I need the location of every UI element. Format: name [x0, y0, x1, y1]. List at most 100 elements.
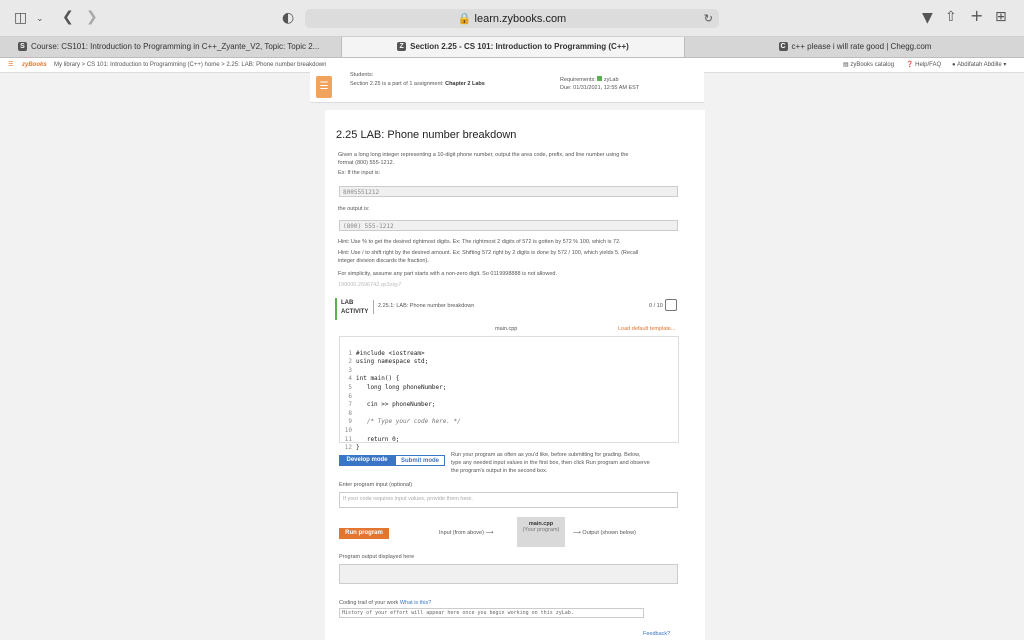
program-input-label: Enter program input (optional) [339, 482, 413, 488]
line-number: 1 [348, 349, 352, 357]
feedback-link[interactable]: Feedback? [643, 631, 670, 637]
catalog-link[interactable]: ▤ zyBooks catalog [843, 58, 894, 72]
code-line: cin >> phoneNumber; [356, 401, 436, 409]
book-icon: ▤ [843, 62, 849, 68]
code-line: using namespace std; [356, 358, 429, 366]
main-cpp-box: main.cpp (Your program) [517, 517, 565, 547]
grid-icon[interactable]: ⊞ [995, 10, 1007, 24]
code-line: #include <iostream> [356, 349, 425, 357]
user-name: Abdifatah Abdille [956, 62, 1002, 68]
line-number: 5 [348, 383, 352, 391]
assignment-link[interactable]: Chapter 2 Labs [445, 81, 485, 87]
forward-arrow-icon[interactable]: ❯ [86, 10, 98, 24]
tab-favicon: Z [397, 42, 407, 52]
arrow-right-icon: ⟶ [485, 530, 494, 536]
download-icon[interactable]: ▼ [922, 11, 933, 25]
zybooks-navbar: ☰ zyBooks My library > CS 101: Introduct… [0, 58, 1024, 73]
code-line: long long phoneNumber; [356, 383, 447, 391]
code-line: /* Type your code here. */ [356, 418, 461, 426]
completion-checkbox [665, 299, 677, 311]
plus-icon[interactable]: + [970, 8, 983, 24]
program-input[interactable]: If your code requires input values, prov… [339, 492, 678, 508]
line-number: 10 [344, 426, 352, 434]
program-output [339, 564, 678, 584]
sidebar-icon[interactable]: ◫ [14, 11, 27, 25]
reload-icon[interactable]: ↻ [704, 12, 713, 26]
assignment-icon: ☰ [316, 76, 332, 98]
line-number: 7 [348, 401, 352, 409]
simplicity-note: For simplicity, assume any part starts w… [338, 271, 557, 277]
due-date: Due: 01/31/2021, 12:55 AM EST [560, 85, 640, 91]
description-line-2: format (800) 555-1212. [338, 160, 395, 166]
help-link[interactable]: ❓ Help/FAQ [906, 58, 941, 72]
coding-trail-line: Coding trail of your work What is this? [339, 600, 431, 606]
requirements-line: Requirements: zyLab [560, 76, 619, 83]
develop-mode-button[interactable]: Develop mode [339, 455, 395, 466]
tab-favicon: C [778, 42, 788, 52]
what-is-this-link[interactable]: What is this? [400, 600, 431, 606]
run-program-button[interactable]: Run program [339, 528, 389, 539]
mode-description-3: the program's output in the second box. [451, 468, 548, 474]
requirements-label: Requirements: [560, 77, 596, 83]
user-menu[interactable]: ● Abdifatah Abdille ▾ [952, 58, 1006, 72]
line-number: 6 [348, 392, 352, 400]
breadcrumb[interactable]: My library > CS 101: Introduction to Pro… [54, 58, 326, 72]
students-label: Students: [350, 72, 374, 78]
back-arrow-icon[interactable]: ❮ [62, 10, 74, 24]
line-numbers: 1 2 3 4 5 6 7 8 9 10 11 12 [342, 341, 352, 453]
tab-bar: S Course: CS101: Introduction to Programm… [0, 37, 1024, 58]
input-from-above-line: Input (from above) ⟶ [439, 530, 493, 536]
example-output: (800) 555-1212 [339, 220, 678, 231]
page-title: 2.25 LAB: Phone number breakdown [336, 129, 517, 141]
tab-label: Course: CS101: Introduction to Programmi… [31, 42, 320, 51]
address-bar[interactable]: 🔒 learn.zybooks.com ↻ [305, 9, 719, 28]
input-from-above: Input (from above) [439, 530, 484, 536]
lab-tag: LAB [341, 300, 354, 306]
lab-activity-header: LAB ACTIVITY 2.25.1: LAB: Phone number b… [335, 298, 681, 320]
line-number: 12 [344, 444, 352, 452]
load-template-link[interactable]: Load default template... [618, 326, 675, 332]
tab-course[interactable]: S Course: CS101: Introduction to Programm… [18, 37, 338, 57]
editor-filename: main.cpp [495, 326, 518, 332]
input-placeholder: If your code requires input values, prov… [343, 496, 473, 502]
code-content[interactable]: #include <iostream> using namespace std;… [356, 341, 461, 453]
section-assignment-line: Section 2.25 is a part of 1 assignment: … [350, 81, 485, 87]
submit-mode-button[interactable]: Submit mode [395, 455, 445, 466]
example-output-label: the output is: [338, 206, 370, 212]
chevron-down-icon[interactable]: ⌄ [36, 12, 44, 26]
section-text: Section 2.25 is a part of 1 assignment: [350, 81, 444, 87]
line-number: 8 [348, 409, 352, 417]
example-input: 8005551212 [339, 186, 678, 197]
menu-icon[interactable]: ☰ [8, 58, 13, 72]
output-shown-line: ⟶ Output (shown below) [573, 530, 636, 536]
tab-chegg[interactable]: Cc++ please i will rate good | Chegg.com [684, 37, 1024, 57]
line-number: 11 [344, 435, 352, 443]
output-shown-below: Output (shown below) [582, 530, 636, 536]
score: 0 / 10 [649, 303, 663, 309]
arrow-right-icon: ⟶ [573, 530, 581, 536]
zybooks-logo[interactable]: zyBooks [22, 58, 47, 72]
tab-label: c++ please i will rate good | Chegg.com [791, 42, 932, 51]
code-line: int main() { [356, 375, 400, 383]
tab-favicon: S [18, 42, 27, 52]
tab-zybooks-section[interactable]: Z Section 2.25 - CS 101: Introduction to … [341, 37, 684, 57]
shield-icon[interactable]: ◐ [282, 11, 294, 25]
code-line: } [356, 444, 360, 452]
line-number: 4 [348, 375, 352, 383]
mode-description-2: type any needed input values in the firs… [451, 460, 650, 466]
requirement-value: zyLab [603, 77, 619, 83]
line-number: 3 [348, 366, 352, 374]
your-program-label: (Your program) [522, 527, 560, 533]
line-number: 9 [348, 418, 352, 426]
catalog-label: zyBooks catalog [850, 62, 895, 68]
share-icon[interactable]: ⇧ [945, 10, 957, 24]
mode-description-1: Run your program as often as you'd like,… [451, 452, 641, 458]
coding-trail-history: History of your effort will appear here … [339, 608, 644, 618]
hint-2: Hint: Use / to shift right by the desire… [338, 250, 639, 256]
line-number: 2 [348, 358, 352, 366]
code-editor[interactable]: 1 2 3 4 5 6 7 8 9 10 11 12 #include <ios… [339, 336, 679, 451]
lab-id: 190000.2696742.qx3zqy7 [338, 282, 402, 288]
assignment-summary: ☰ Students: Section 2.25 is a part of 1 … [310, 72, 704, 103]
description-line-1: Given a long long integer representing a… [338, 152, 629, 158]
activity-tag: ACTIVITY [341, 309, 369, 315]
